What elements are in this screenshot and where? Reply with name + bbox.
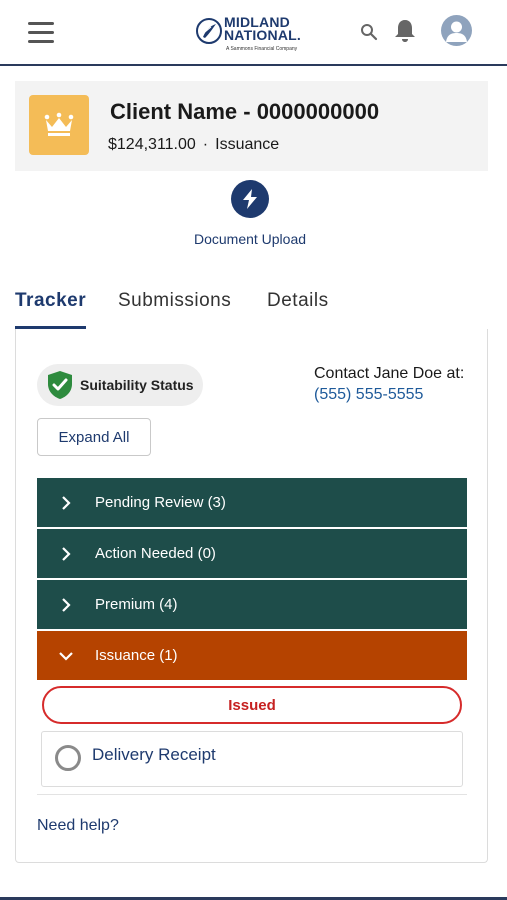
- need-help-link[interactable]: Need help?: [37, 817, 119, 835]
- crown-icon: [29, 95, 89, 155]
- section-pending-review[interactable]: Pending Review (3): [37, 478, 467, 527]
- issued-status-badge: Issued: [42, 686, 462, 724]
- logo-mark-icon: [196, 18, 222, 44]
- chevron-right-icon: [37, 495, 95, 511]
- record-subtitle: $124,311.00 · Issuance: [108, 136, 279, 154]
- delivery-receipt-label: Delivery Receipt: [92, 745, 216, 764]
- document-upload-button[interactable]: Document Upload: [180, 180, 320, 247]
- chevron-right-icon: [37, 597, 95, 613]
- logo-text: MIDLAND NATIONAL.: [224, 15, 301, 43]
- record-header: Client Name - 0000000000 $124,311.00 · Iss…: [15, 81, 488, 171]
- client-name-title: Client Name - 0000000000: [110, 99, 380, 124]
- tab-details[interactable]: Details: [267, 290, 329, 320]
- user-avatar-icon[interactable]: [441, 15, 472, 46]
- search-icon[interactable]: [360, 23, 378, 41]
- section-issuance[interactable]: Issuance (1): [37, 631, 467, 680]
- section-label: Pending Review (3): [95, 494, 226, 511]
- midland-national-logo[interactable]: MIDLAND NATIONAL. A Sammons Financial Co…: [196, 15, 316, 56]
- tracker-card: Suitability Status Contact Jane Doe at: …: [15, 329, 488, 863]
- chevron-right-icon: [37, 546, 95, 562]
- top-navigation-bar: MIDLAND NATIONAL. A Sammons Financial Co…: [0, 0, 507, 66]
- chevron-down-icon: [37, 651, 95, 661]
- bell-icon[interactable]: [393, 18, 417, 44]
- section-action-needed[interactable]: Action Needed (0): [37, 529, 467, 578]
- shield-check-icon: [48, 371, 72, 399]
- suitability-status-label: Suitability Status: [80, 377, 194, 393]
- delivery-receipt-item[interactable]: Delivery Receipt: [41, 731, 463, 787]
- section-label: Premium (4): [95, 596, 178, 613]
- status-circle-icon: [55, 745, 81, 771]
- section-label: Issuance (1): [95, 647, 178, 664]
- contact-phone-link[interactable]: (555) 555-5555: [314, 384, 464, 405]
- tab-bar: Tracker Submissions Details: [15, 290, 488, 330]
- tracker-sections: Pending Review (3) Action Needed (0) Pre…: [37, 478, 467, 682]
- expand-all-button[interactable]: Expand All: [37, 418, 151, 456]
- logo-line2: NATIONAL.: [224, 27, 301, 43]
- suitability-status-badge[interactable]: Suitability Status: [37, 364, 203, 406]
- document-upload-label: Document Upload: [193, 231, 307, 247]
- policy-amount: $124,311.00: [108, 136, 196, 153]
- tab-tracker[interactable]: Tracker: [15, 290, 87, 329]
- lightning-bolt-icon: [231, 180, 269, 218]
- hamburger-menu-icon[interactable]: [28, 22, 54, 44]
- divider: [37, 794, 467, 795]
- section-label: Action Needed (0): [95, 545, 216, 562]
- record-status: Issuance: [215, 136, 280, 153]
- section-premium[interactable]: Premium (4): [37, 580, 467, 629]
- contact-prefix: Contact Jane Doe at:: [314, 365, 465, 382]
- separator-dot: ·: [202, 136, 209, 153]
- logo-tagline: A Sammons Financial Company: [226, 46, 298, 52]
- tab-submissions[interactable]: Submissions: [118, 290, 231, 320]
- contact-info: Contact Jane Doe at: (555) 555-5555: [314, 363, 464, 405]
